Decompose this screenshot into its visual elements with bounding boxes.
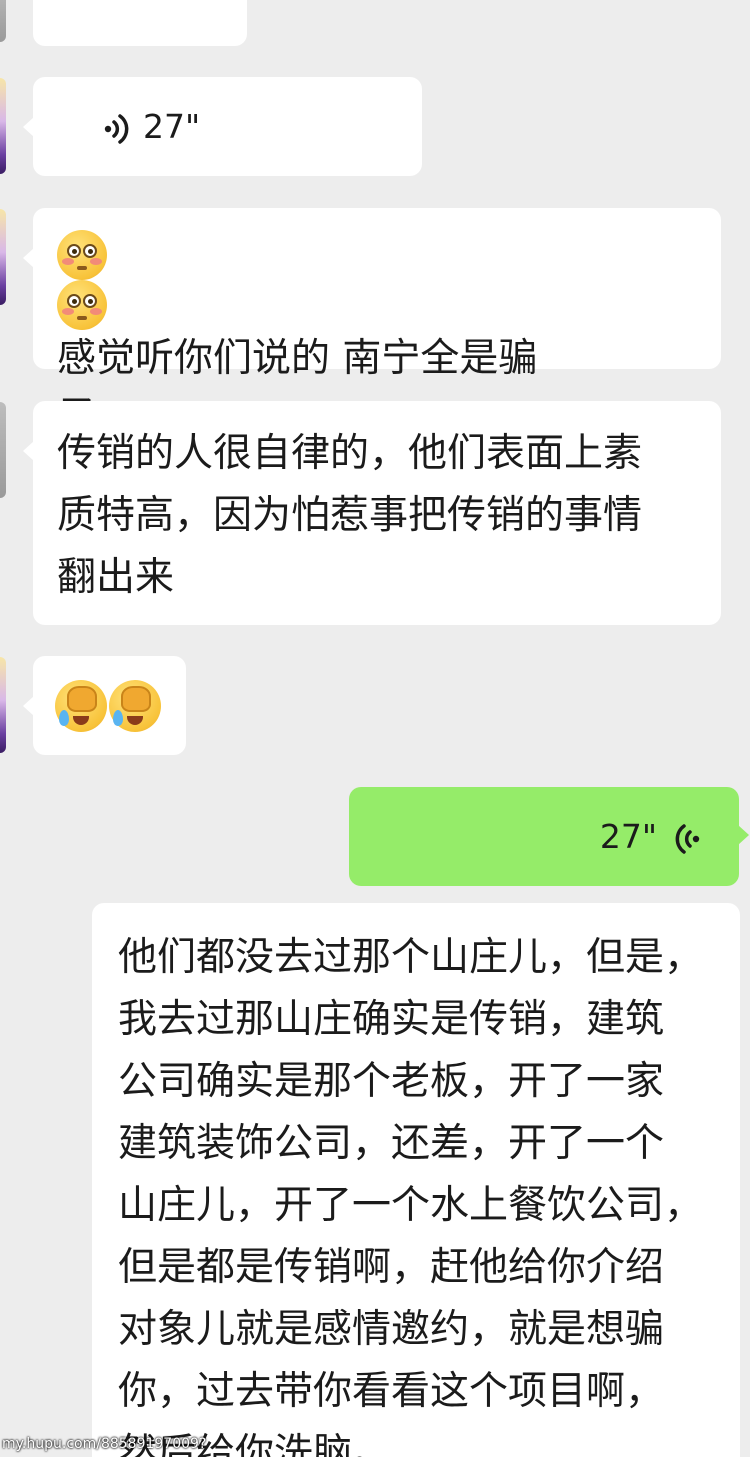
voice-duration: 27" (599, 816, 657, 856)
message-text-line: 传销的人很自律的，他们表面上素 (57, 431, 643, 476)
message-text-line: 山庄儿，开了一个水上餐饮公司， (118, 1183, 704, 1228)
voice-transcription-bubble[interactable]: 他们都没去过那个山庄儿，但是， 我去过那山庄确实是传销，建筑 公司确实是那个老板… (92, 903, 740, 1457)
contact-avatar[interactable] (0, 657, 6, 753)
flushed-face-emoji (57, 230, 107, 280)
message-text-line: 感觉听你们说的 南宁全是骗 (57, 336, 538, 381)
outgoing-voice-message-bubble[interactable]: 27" (349, 787, 749, 886)
message-bubble-text[interactable]: 不可怕啊 (33, 0, 247, 46)
flushed-face-emoji (57, 280, 107, 330)
watermark: my.hupu.com/88589197009? (2, 1436, 207, 1452)
message-text: 不可怕啊 (57, 0, 213, 12)
contact-avatar[interactable] (0, 402, 6, 498)
message-text-line: 质特高，因为怕惹事把传销的事情 (57, 493, 643, 538)
message-text-line: 对象儿就是感情邀约，就是想骗 (118, 1307, 665, 1352)
face-palm-crying-emoji (109, 680, 161, 732)
message-text-line: 但是都是传销啊，赶他给你介绍 (118, 1245, 665, 1290)
message-text-line: 他们都没去过那个山庄儿，但是， (118, 935, 704, 980)
voice-duration: 27" (143, 106, 201, 146)
chat-screen: 不可怕啊 27" (0, 0, 750, 1457)
contact-avatar[interactable] (0, 209, 6, 305)
message-text-line: 你，过去带你看看这个项目啊， (118, 1369, 665, 1414)
message-bubble-text[interactable]: 传销的人很自律的，他们表面上素 质特高，因为怕惹事把传销的事情 翻出来 (23, 401, 721, 625)
message-text-line: 翻出来 (57, 555, 175, 600)
message-bubble-text[interactable]: 感觉听你们说的 南宁全是骗 子 (23, 208, 721, 439)
message-text-line: 然后给你洗脑。 (118, 1431, 392, 1457)
contact-avatar[interactable] (0, 78, 6, 174)
message-bubble-emoji[interactable] (23, 656, 186, 755)
voice-message-bubble[interactable]: 27" (23, 77, 422, 176)
contact-avatar[interactable] (0, 0, 6, 42)
message-text-line: 公司确实是那个老板，开了一家 (118, 1059, 665, 1104)
face-palm-crying-emoji (55, 680, 107, 732)
voice-wave-icon (101, 107, 135, 147)
message-text-line: 我去过那山庄确实是传销，建筑 (118, 997, 665, 1042)
message-text-line: 建筑装饰公司，还差，开了一个 (118, 1121, 665, 1166)
voice-wave-icon (669, 817, 703, 857)
